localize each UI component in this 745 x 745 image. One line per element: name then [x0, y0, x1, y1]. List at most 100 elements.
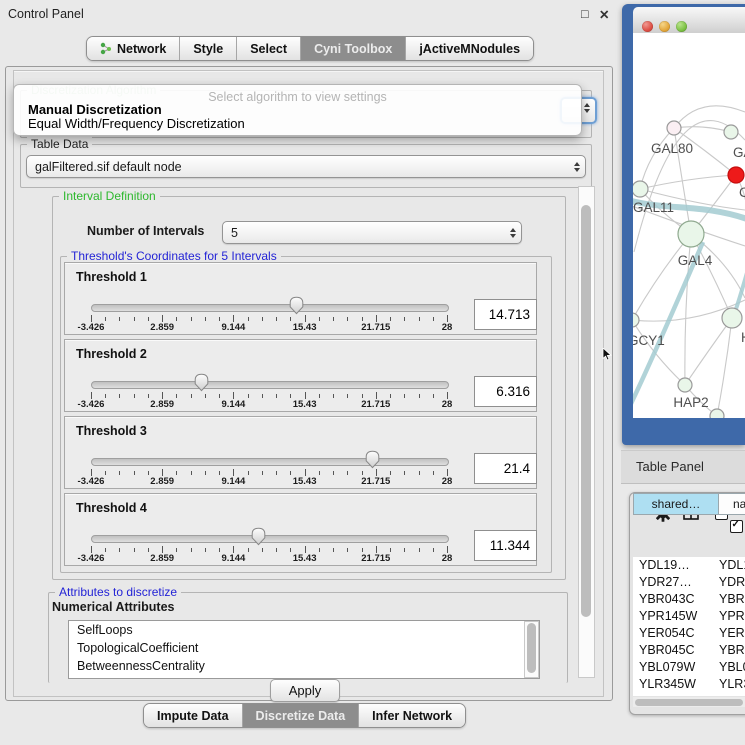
threshold-value-field[interactable]: 11.344: [474, 530, 537, 561]
table-cell-name: YBR0: [715, 642, 745, 659]
threshold-value-field[interactable]: 21.4: [474, 453, 537, 484]
float-icon[interactable]: □: [581, 7, 589, 21]
slider-tick: [219, 394, 220, 399]
slider-tick: [262, 548, 263, 553]
slider-knob[interactable]: [194, 373, 209, 392]
table-row[interactable]: YLR345WYLR3: [633, 676, 745, 693]
apply-button-label: Apply: [289, 683, 322, 698]
slider-tick: [91, 469, 92, 476]
minimize-traffic-light-icon[interactable]: [659, 21, 670, 32]
slider-tick: [390, 548, 391, 553]
table-cell-name: YPR1: [715, 608, 745, 625]
threshold-panel-3: Threshold 3-3.4262.8599.14415.4321.71528…: [64, 416, 537, 489]
table-hscrollbar-thumb[interactable]: [635, 699, 743, 706]
settings-scrollbar[interactable]: [578, 186, 595, 678]
slider-tick: [347, 471, 348, 476]
network-node[interactable]: [678, 378, 692, 392]
checkbox-icon[interactable]: ✓: [730, 520, 743, 533]
table-data-combobox[interactable]: galFiltered.sif default node: [26, 155, 586, 178]
slider-tick: [347, 317, 348, 322]
application-window: Control Panel □ ✕ NetworkStyleSelectCyni…: [0, 0, 745, 745]
attributes-group-title: Attributes to discretize: [55, 585, 181, 599]
network-node[interactable]: [724, 125, 738, 139]
network-node[interactable]: [710, 409, 724, 418]
table-row[interactable]: YIL052CYIL0: [633, 693, 745, 696]
slider-tick: [91, 392, 92, 399]
slider-track[interactable]: [91, 381, 449, 389]
slider-knob[interactable]: [251, 527, 266, 546]
slider-tick-label: 15.43: [279, 399, 331, 410]
attribute-item-selfloops[interactable]: SelfLoops: [69, 621, 539, 639]
slider-track[interactable]: [91, 535, 449, 543]
network-node-label: HAP2: [673, 395, 708, 410]
table-row[interactable]: YBR045CYBR0: [633, 642, 745, 659]
table-panel-title: Table Panel: [636, 459, 704, 474]
number-of-intervals-combobox[interactable]: 5: [222, 221, 522, 244]
slider-tick: [219, 317, 220, 322]
slider-tick: [276, 394, 277, 399]
attribute-item-topologicalcoefficient[interactable]: TopologicalCoefficient: [69, 639, 539, 657]
tab-discretize-data[interactable]: Discretize Data: [243, 704, 360, 727]
slider-tick-label: 28: [421, 476, 473, 487]
slider-tick: [219, 471, 220, 476]
slider-knob[interactable]: [289, 296, 304, 315]
slider-tick: [205, 471, 206, 476]
table-row[interactable]: YBL079WYBL0: [633, 659, 745, 676]
slider-knob[interactable]: [365, 450, 380, 469]
slider-tick: [191, 548, 192, 553]
table-row[interactable]: YDR27…YDR2: [633, 574, 745, 591]
slider-tick-label: 2.859: [136, 399, 188, 410]
thresholds-group-title: Threshold's Coordinates for 5 Intervals: [67, 249, 281, 263]
tab-style[interactable]: Style: [180, 37, 237, 60]
column-header-name[interactable]: na: [718, 493, 745, 515]
table-row[interactable]: YBR043CYBR0: [633, 591, 745, 608]
settings-scrollbar-thumb[interactable]: [581, 205, 591, 617]
tab-impute-data[interactable]: Impute Data: [144, 704, 243, 727]
table-cell-name: YIL0: [715, 693, 745, 696]
slider-tick: [376, 469, 377, 476]
network-node[interactable]: [722, 308, 742, 328]
slider-tick: [262, 394, 263, 399]
network-edge: [633, 320, 685, 385]
slider-tick-label: 9.144: [207, 476, 259, 487]
slider-track[interactable]: [91, 304, 449, 312]
slider-tick: [119, 548, 120, 553]
table-cell-shared-name: YER054C: [633, 625, 715, 642]
close-traffic-light-icon[interactable]: [642, 21, 653, 32]
attribute-item-betweennesscentrality[interactable]: BetweennessCentrality: [69, 657, 539, 675]
tab-select[interactable]: Select: [237, 37, 301, 60]
dropdown-item-equal-width-frequency-discretization[interactable]: Equal Width/Frequency Discretization: [16, 117, 568, 131]
network-node-label: C: [739, 185, 745, 200]
close-icon[interactable]: ✕: [599, 7, 609, 22]
network-node[interactable]: [633, 313, 639, 327]
slider-tick-label: 9.144: [207, 322, 259, 333]
dropdown-item-manual-discretization[interactable]: Manual Discretization: [16, 103, 568, 117]
slider-track[interactable]: [91, 458, 449, 466]
network-view: GAL80GACGAL11GAL4GCY1HHAP2: [633, 33, 745, 418]
network-node[interactable]: [728, 167, 744, 183]
network-node[interactable]: [667, 121, 681, 135]
tab-cyni-toolbox[interactable]: Cyni Toolbox: [301, 37, 406, 60]
zoom-traffic-light-icon[interactable]: [676, 21, 687, 32]
tab-jactivemnodules[interactable]: jActiveMNodules: [406, 37, 533, 60]
slider-tick: [305, 469, 306, 476]
network-node[interactable]: [678, 221, 704, 247]
table-row[interactable]: YER054CYER0: [633, 625, 745, 642]
network-node[interactable]: [633, 181, 648, 197]
tab-infer-network[interactable]: Infer Network: [359, 704, 465, 727]
tab-label: Cyni Toolbox: [314, 42, 392, 56]
threshold-value-field[interactable]: 6.316: [474, 376, 537, 407]
attributes-scrollbar-thumb[interactable]: [527, 623, 536, 673]
threshold-value-field[interactable]: 14.713: [474, 299, 537, 330]
slider-tick: [176, 394, 177, 399]
table-cell-shared-name: YIL052C: [633, 693, 715, 696]
tab-network[interactable]: Network: [87, 37, 180, 60]
table-hscrollbar[interactable]: [633, 697, 745, 707]
apply-button[interactable]: Apply: [270, 679, 340, 702]
table-row[interactable]: YDL19…YDL1: [633, 557, 745, 574]
table-row[interactable]: YPR145WYPR1: [633, 608, 745, 625]
column-header-shared[interactable]: shared…: [633, 493, 719, 515]
table-panel-window: ✓ ✓ shared… na YDL19…YDL1YDR27…YDR2YBR04…: [629, 492, 745, 715]
attributes-list-scrollbar[interactable]: [524, 621, 539, 678]
tab-label: jActiveMNodules: [419, 42, 520, 56]
